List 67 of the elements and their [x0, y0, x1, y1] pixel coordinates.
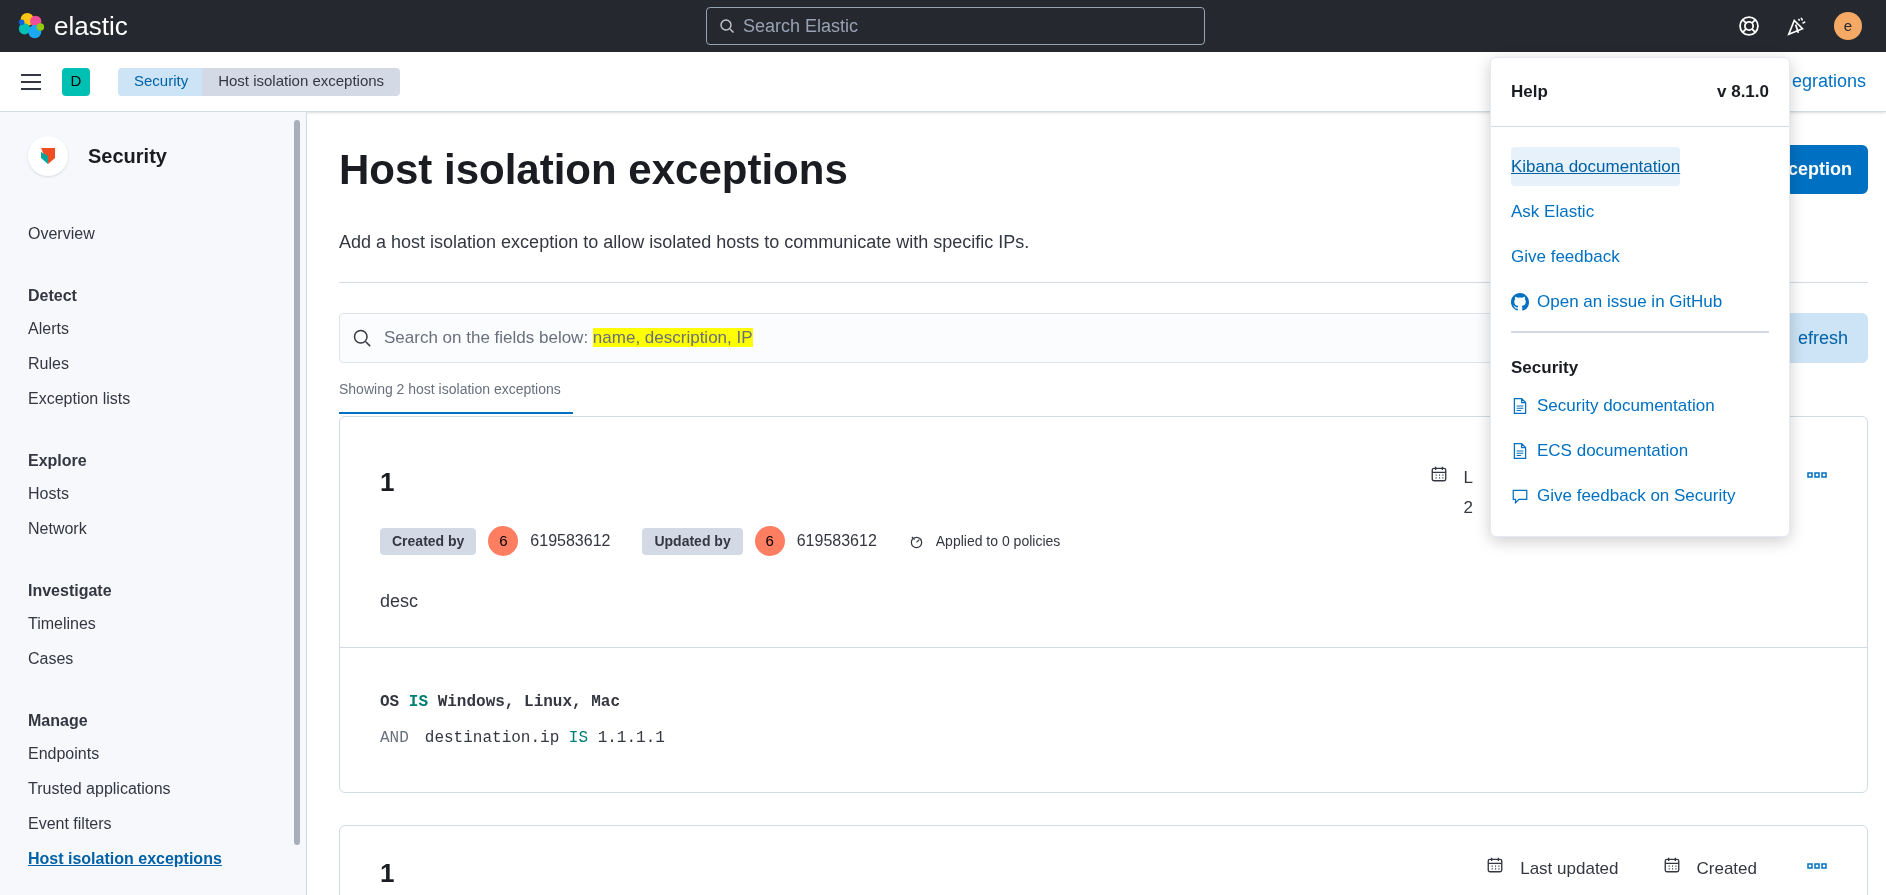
- more-options-icon[interactable]: [1807, 471, 1827, 479]
- nav-group-title: Manage: [28, 711, 89, 731]
- search-icon: [352, 328, 372, 348]
- calendar-icon: [1486, 856, 1505, 874]
- results-count: Showing 2 host isolation exceptions: [339, 379, 573, 414]
- nav-link[interactable]: Exception lists: [28, 381, 131, 416]
- version-label: v 8.1.0: [1717, 81, 1769, 104]
- comment-icon: [1511, 487, 1529, 505]
- nav-link[interactable]: Timelines: [28, 606, 96, 641]
- nav-link[interactable]: Event filters: [28, 806, 112, 841]
- nav-link[interactable]: Host isolation exceptions: [28, 841, 222, 876]
- breadcrumb[interactable]: Security: [118, 67, 205, 96]
- search-icon: [719, 18, 735, 34]
- updated-by-badge: Updated by: [642, 527, 743, 555]
- user-avatar[interactable]: e: [1834, 12, 1862, 40]
- help-link[interactable]: Give feedback: [1511, 237, 1620, 276]
- breadcrumb[interactable]: Host isolation exceptions: [202, 67, 401, 96]
- github-icon: [1511, 292, 1529, 311]
- exception-name: 1: [380, 466, 396, 499]
- user-avatar: 6: [754, 526, 785, 556]
- document-icon: [1511, 442, 1529, 460]
- help-link[interactable]: Kibana documentation: [1511, 147, 1681, 186]
- help-link[interactable]: ECS documentation: [1511, 431, 1689, 471]
- nav-link[interactable]: Rules: [28, 346, 69, 381]
- integrations-link[interactable]: egrations: [1791, 68, 1866, 95]
- party-popper-icon[interactable]: [1786, 15, 1808, 37]
- nav-link[interactable]: Network: [28, 511, 87, 546]
- document-icon: [1511, 397, 1529, 415]
- brand-name: elastic: [54, 9, 128, 43]
- nav-group-title: Investigate: [28, 581, 113, 601]
- popover-title: Help: [1511, 81, 1548, 104]
- elastic-logo-icon: [16, 11, 46, 41]
- nav-link[interactable]: Overview: [28, 216, 95, 251]
- help-icon[interactable]: [1738, 15, 1760, 37]
- user-name: 619583612: [530, 531, 611, 551]
- page-title: Host isolation exceptions: [339, 145, 848, 195]
- space-avatar[interactable]: D: [62, 67, 90, 96]
- menu-icon[interactable]: [20, 72, 42, 91]
- help-link[interactable]: Ask Elastic: [1511, 192, 1595, 231]
- nav-group-title: Detect: [28, 286, 78, 306]
- app-title: Security: [88, 144, 167, 169]
- policies-text: Applied to 0 policies: [935, 531, 1061, 551]
- nav-link[interactable]: Trusted applications: [28, 771, 171, 806]
- exception-description: desc: [380, 590, 420, 613]
- scrollbar[interactable]: [294, 120, 300, 845]
- global-search-field[interactable]: Search Elastic: [706, 7, 1205, 45]
- calendar-icon: [1429, 465, 1448, 483]
- user-name: 619583612: [796, 531, 877, 551]
- meta-label: L: [1463, 467, 1473, 489]
- meta-value: 2: [1463, 496, 1473, 519]
- created-by-badge: Created by: [380, 527, 477, 555]
- nav-link[interactable]: Alerts: [28, 311, 69, 346]
- help-link[interactable]: Security documentation: [1511, 386, 1715, 426]
- condition-line: OS IS Windows, Linux, Mac: [380, 692, 622, 713]
- calendar-icon: [1662, 856, 1681, 874]
- condition-line: AND destination.ip IS 1.1.1.1: [380, 728, 666, 749]
- meta-label: Last updated: [1520, 858, 1619, 880]
- nav-link[interactable]: Endpoints: [28, 736, 100, 771]
- more-options-icon[interactable]: [1807, 862, 1827, 870]
- security-app-icon: [28, 136, 68, 176]
- exception-name: 1: [380, 857, 396, 890]
- help-link[interactable]: Give feedback on Security: [1511, 476, 1736, 516]
- nav-link[interactable]: Cases: [28, 641, 74, 676]
- nav-group-title: Explore: [28, 451, 88, 471]
- nav-link[interactable]: Hosts: [28, 476, 69, 511]
- meta-label: Created: [1696, 858, 1757, 880]
- user-avatar: 6: [488, 526, 519, 556]
